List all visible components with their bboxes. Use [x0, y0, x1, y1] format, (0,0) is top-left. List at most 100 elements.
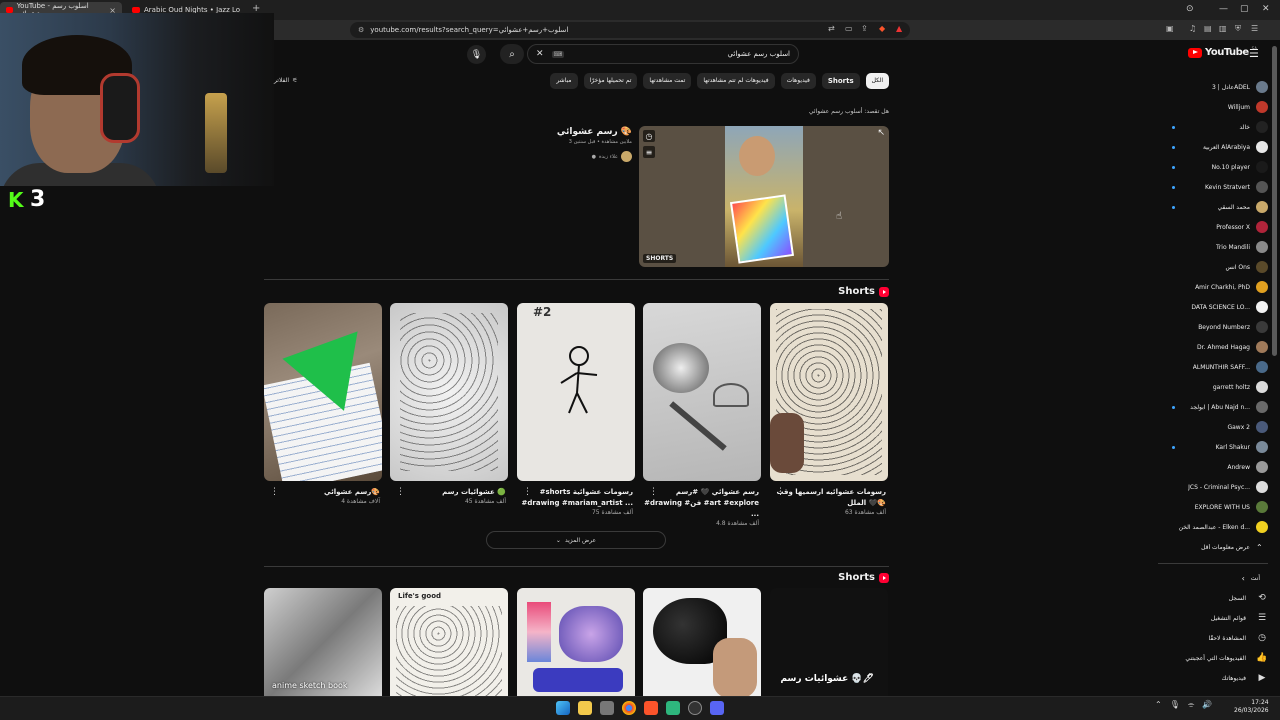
show-more-button[interactable]: ⌄ عرض المزيد [486, 531, 666, 549]
short-title[interactable]: #shorts رسومات عشوائية #drawing #mariam_… [517, 487, 635, 509]
tab-search-icon[interactable]: ⊙ [1186, 4, 1194, 14]
chip-shorts[interactable]: Shorts [821, 73, 860, 89]
brave-rewards-icon[interactable]: ▲ [896, 24, 902, 33]
short-item[interactable]: رسومات عشوائيه ارسميها وقت الملل 🖤🎨 63 أ… [770, 303, 888, 516]
short-title[interactable]: رسومات عشوائيه ارسميها وقت الملل 🖤🎨 [770, 487, 888, 509]
short-title[interactable]: رسم عشوائي🎨 [264, 487, 382, 498]
subscription-item[interactable]: Beyond Numberz [1156, 317, 1268, 337]
channel-avatar[interactable] [621, 151, 632, 162]
short-thumbnail[interactable] [517, 588, 635, 698]
add-to-queue-icon[interactable]: ≡ [643, 146, 655, 158]
app-icon[interactable] [666, 701, 680, 715]
keyboard-icon[interactable]: ⌨ [551, 50, 565, 58]
subscription-item[interactable]: garrett holtz [1156, 377, 1268, 397]
media-icon[interactable]: ♫ [1189, 24, 1196, 33]
short-title[interactable]: رسم عشوائي 🖤 #رسم #drawing #فن #art #exp… [643, 487, 761, 520]
subscription-item[interactable]: Professor X [1156, 217, 1268, 237]
chip-recently-uploaded[interactable]: تم تحميلها مؤخرًا [583, 73, 638, 89]
you-section-heading[interactable]: ‹ أنت [1150, 568, 1260, 588]
you-item[interactable]: الفيديوهات التي أعجبتني 👍 [1158, 648, 1268, 668]
address-bar[interactable]: ⚙ youtube.com/results?search_query=اسلوب… [350, 22, 910, 38]
subscription-item[interactable]: عبدالصمد الخن - Elken d... [1156, 517, 1268, 537]
you-item[interactable]: المشاهدة لاحقًا ◷ [1158, 628, 1268, 648]
mic-tray-icon[interactable]: 🎙 [1170, 700, 1180, 710]
subscription-item[interactable]: انس Ons [1156, 257, 1268, 277]
chip-unwatched[interactable]: فيديوهات لم تتم مشاهدتها [697, 73, 775, 89]
more-options-icon[interactable]: ⋮ [270, 487, 279, 497]
short-item[interactable]: Life's good [390, 588, 508, 698]
share-icon[interactable]: ⇪ [861, 24, 868, 33]
top-video-title[interactable]: رسم عشوائي 🎨 [557, 127, 632, 137]
short-thumbnail[interactable]: #2 [517, 303, 635, 481]
minimize-icon[interactable]: — [1219, 4, 1228, 14]
watch-later-icon[interactable]: ◷ [643, 130, 655, 142]
you-item[interactable]: فيديوهاتك ▶ [1158, 668, 1268, 688]
subscription-item[interactable]: No.10 player [1156, 157, 1268, 177]
more-options-icon[interactable]: ⋮ [396, 487, 405, 497]
short-thumbnail[interactable]: anime sketch book [264, 588, 382, 698]
subscription-item[interactable]: Karl Shakur [1156, 437, 1268, 457]
short-title[interactable]: عشوائيات رسم 🟢 [390, 487, 508, 498]
youtube-logo[interactable]: YouTube SA [1188, 46, 1257, 58]
short-thumbnail[interactable] [390, 303, 508, 481]
wallet-icon[interactable]: ▥ [1219, 24, 1227, 33]
voice-search-button[interactable]: 🎙 [467, 45, 486, 64]
brave-icon[interactable] [644, 701, 658, 715]
chip-live[interactable]: مباشر [550, 73, 578, 89]
short-item[interactable]: anime sketch book [264, 588, 382, 698]
guide-menu-icon[interactable]: ☰ [1249, 47, 1259, 60]
discord-icon[interactable] [710, 701, 724, 715]
close-window-icon[interactable]: ✕ [1262, 4, 1270, 14]
show-fewer-button[interactable]: عرض معلومات أقل ⌃ [1156, 537, 1268, 557]
brave-shield-icon[interactable]: ◆ [879, 24, 885, 33]
subscription-item[interactable]: Willjum [1156, 97, 1268, 117]
chrome-icon[interactable] [622, 701, 636, 715]
browser-menu-icon[interactable]: ☰ [1251, 24, 1258, 33]
subscription-item[interactable]: JCS - Criminal Psyc... [1156, 477, 1268, 497]
app-icon[interactable] [688, 701, 702, 715]
short-item[interactable]: #2 #shorts رسومات عشوائية #drawing #mari… [517, 303, 635, 516]
short-thumbnail[interactable] [643, 588, 761, 698]
start-icon[interactable] [556, 701, 570, 715]
short-item[interactable] [643, 588, 761, 698]
short-item[interactable]: عشوائيات رسم 🟢 45 ألف مشاهدة ⋮ [390, 303, 508, 505]
search-button[interactable]: ⌕ [500, 44, 524, 64]
volume-icon[interactable]: 🔊 [1202, 700, 1212, 710]
tray-chevron-icon[interactable]: ⌃ [1155, 700, 1162, 710]
chip-videos[interactable]: فيديوهات [780, 73, 816, 89]
install-app-icon[interactable]: ▭ [845, 24, 853, 33]
short-item[interactable]: رسم عشوائي 🖤 #رسم #drawing #فن #art #exp… [643, 303, 761, 527]
vpn-icon[interactable]: ⛨ [1235, 24, 1241, 34]
short-thumbnail[interactable] [770, 303, 888, 481]
reader-icon[interactable]: ▤ [1204, 24, 1212, 33]
short-item[interactable] [517, 588, 635, 698]
subscription-item[interactable]: Gawx 2 [1156, 417, 1268, 437]
short-thumbnail[interactable] [264, 303, 382, 481]
calendar-icon[interactable] [600, 701, 614, 715]
translate-icon[interactable]: ⇄ [828, 24, 835, 33]
short-thumbnail[interactable] [643, 303, 761, 481]
did-you-mean[interactable]: هل تقصد: أسلوب رسم عشوائي [809, 108, 889, 115]
chip-all[interactable]: الكل [865, 73, 889, 89]
subscription-item[interactable]: عادل | 3ADEL [1156, 77, 1268, 97]
subscription-item[interactable]: ابولجد | Abu Najd n... [1156, 397, 1268, 417]
subscription-item[interactable]: Dr. Ahmed Hagag [1156, 337, 1268, 357]
sidebar-toggle-icon[interactable]: ▣ [1166, 24, 1174, 33]
clear-search-icon[interactable]: ✕ [536, 49, 544, 59]
file-explorer-icon[interactable] [578, 701, 592, 715]
subscription-item[interactable]: Kevin Stratvert [1156, 177, 1268, 197]
subscription-item[interactable]: DATA SCIENCE LO... [1156, 297, 1268, 317]
search-query[interactable]: اسلوب رسم عشوائي [572, 50, 790, 58]
more-options-icon[interactable]: ⋮ [523, 487, 532, 497]
page-scrollbar[interactable] [1272, 46, 1277, 356]
chip-watched[interactable]: تمت مشاهدتها [643, 73, 692, 89]
maximize-icon[interactable]: ▢ [1240, 4, 1249, 14]
top-video-channel[interactable]: ● علاء زبدة [557, 151, 632, 162]
short-item[interactable]: عشوائيات رسم 💀🖊 [770, 588, 888, 698]
filters-button[interactable]: الفلاتر ⚟ [274, 77, 297, 84]
subscription-item[interactable]: EXPLORE WITH US [1156, 497, 1268, 517]
taskbar-clock[interactable]: 17:24 26/03/2026 [1234, 699, 1269, 715]
more-options-icon[interactable]: ⋮ [649, 487, 658, 497]
subscription-item[interactable]: Andrew [1156, 457, 1268, 477]
you-item[interactable]: السجل ⟲ [1158, 588, 1268, 608]
